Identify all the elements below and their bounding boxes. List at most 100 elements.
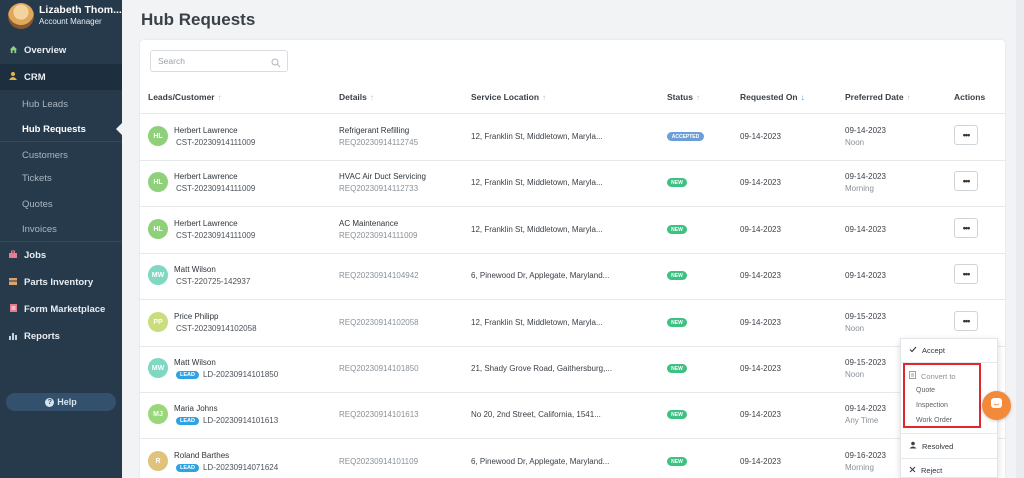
sort-up-icon: ↑	[369, 93, 374, 102]
col-label: Status	[667, 92, 693, 102]
request-ref: REQ20230914101613	[339, 410, 419, 419]
requested-on: 09-14-2023	[740, 457, 781, 466]
preferred-date: 09-14-2023	[845, 225, 886, 234]
nav-forms-label: Form Marketplace	[24, 303, 106, 315]
actions-button[interactable]: •••	[954, 125, 978, 145]
service-location: 12, Franklin St, Middletown, Maryla...	[471, 318, 603, 327]
service-location: 21, Shady Grove Road, Gaithersburg,...	[471, 364, 612, 373]
search-input[interactable]	[158, 51, 268, 71]
customer-avatar: HL	[148, 219, 168, 239]
request-ref: REQ20230914112745	[339, 138, 419, 147]
customer-name: Roland Barthes	[174, 451, 230, 460]
check-icon	[909, 346, 917, 355]
sidebar: Lizabeth Thom... Account Manager Overvie…	[0, 0, 122, 478]
close-icon	[909, 466, 916, 475]
customer-id-text: CST-20230914111009	[176, 231, 256, 240]
search-box[interactable]	[150, 50, 288, 72]
service-location: 6, Pinewood Dr, Applegate, Maryland...	[471, 457, 610, 466]
nav-parts-label: Parts Inventory	[24, 276, 94, 288]
nav-form-marketplace[interactable]: Form Marketplace	[0, 296, 122, 322]
lead-badge: LEAD	[176, 463, 199, 472]
col-requested-on[interactable]: Requested On ↓	[740, 92, 805, 102]
nav-customers[interactable]: Customers	[22, 150, 68, 161]
actions-button[interactable]: •••	[954, 311, 978, 331]
menu-reject[interactable]: Reject	[909, 466, 942, 475]
preferred-date: 09-14-2023	[845, 126, 886, 135]
nav-hub-requests[interactable]: Hub Requests	[22, 124, 86, 135]
lead-badge: LEAD	[176, 416, 199, 425]
menu-divider	[901, 458, 997, 459]
sort-up-icon: ↑	[217, 93, 222, 102]
chat-launcher[interactable]	[982, 391, 1011, 420]
sort-down-icon: ↓	[800, 93, 805, 102]
table-row[interactable]: HL Herbert Lawrence CST-20230914111009 HVAC…	[140, 160, 1005, 206]
table-row[interactable]: MW Matt Wilson LEAD LD-20230914101850 REQ202…	[140, 346, 1005, 392]
nav-hub-leads[interactable]: Hub Leads	[22, 99, 68, 110]
col-service-location[interactable]: Service Location ↑	[471, 92, 546, 102]
chat-icon	[990, 397, 1003, 415]
nav-reports[interactable]: Reports	[0, 323, 122, 349]
menu-reject-label: Reject	[921, 466, 943, 475]
preferred-date: 09-15-2023	[845, 312, 886, 321]
status-badge: NEW	[667, 225, 687, 234]
scrollbar[interactable]	[1016, 0, 1024, 478]
customer-id: LEAD LD-20230914101613	[176, 416, 278, 425]
nav-jobs-label: Jobs	[24, 249, 47, 261]
customer-id: CST-20230914111009	[176, 138, 255, 147]
home-icon	[2, 45, 24, 56]
status-badge: NEW	[667, 410, 687, 419]
nav-invoices[interactable]: Invoices	[22, 224, 57, 235]
table-row[interactable]: PP Price Philipp CST-20230914102058 REQ2023…	[140, 300, 1005, 346]
preferred-date: 09-15-2023	[845, 358, 886, 367]
col-leads-customer[interactable]: Leads/Customer ↑	[148, 92, 222, 102]
preferred-slot: Morning	[845, 463, 874, 472]
status-badge: NEW	[667, 271, 687, 280]
preferred-date: 09-14-2023	[845, 271, 886, 280]
nav-tickets[interactable]: Tickets	[22, 173, 52, 184]
nav-parts-inventory[interactable]: Parts Inventory	[0, 269, 122, 295]
help-label: Help	[57, 397, 77, 407]
request-detail: AC Maintenance	[339, 219, 399, 228]
menu-accept[interactable]: Accept	[909, 346, 945, 355]
crm-icon	[2, 71, 24, 83]
requested-on: 09-14-2023	[740, 364, 781, 373]
service-location: 12, Franklin St, Middletown, Maryla...	[471, 178, 603, 187]
table-row[interactable]: MW Matt Wilson CST-220725-142937 REQ2023091…	[140, 253, 1005, 299]
search-icon	[271, 55, 281, 68]
table-row[interactable]: MJ Maria Johns LEAD LD-20230914101613 REQ202…	[140, 392, 1005, 438]
status-badge: ACCEPTED	[667, 132, 704, 141]
table-row[interactable]: HL Herbert Lawrence CST-20230914111009 Refr…	[140, 114, 1005, 160]
col-details[interactable]: Details ↑	[339, 92, 374, 102]
actions-button[interactable]: •••	[954, 171, 978, 191]
user-profile[interactable]: Lizabeth Thom... Account Manager	[0, 0, 122, 36]
user-role: Account Manager	[39, 17, 102, 26]
request-ref: REQ20230914111009	[339, 231, 418, 240]
preferred-slot: Noon	[845, 324, 865, 333]
form-icon	[2, 303, 24, 315]
col-actions: Actions	[954, 92, 986, 102]
menu-resolved[interactable]: Resolved	[909, 441, 953, 451]
col-status[interactable]: Status ↑	[667, 92, 700, 102]
help-button[interactable]: ? Help	[6, 393, 116, 411]
request-detail: Refrigerant Refilling	[339, 126, 410, 135]
nav-crm[interactable]: CRM	[0, 64, 122, 90]
nav-reports-label: Reports	[24, 330, 60, 342]
nav-jobs[interactable]: Jobs	[0, 242, 122, 268]
nav-overview[interactable]: Overview	[0, 37, 122, 63]
nav-quotes[interactable]: Quotes	[22, 199, 53, 210]
request-ref: REQ20230914102058	[339, 318, 419, 327]
briefcase-icon	[2, 250, 24, 261]
col-label: Details	[339, 92, 367, 102]
col-label: Leads/Customer	[148, 92, 215, 102]
col-preferred-date[interactable]: Preferred Date ↑	[845, 92, 911, 102]
actions-button[interactable]: •••	[954, 264, 978, 284]
actions-button[interactable]: •••	[954, 218, 978, 238]
table-row[interactable]: HL Herbert Lawrence CST-20230914111009 AC M…	[140, 207, 1005, 253]
customer-avatar: MW	[148, 265, 168, 285]
customer-avatar: HL	[148, 172, 168, 192]
table-row[interactable]: R Roland Barthes LEAD LD-20230914071624 REQ2…	[140, 439, 1005, 478]
customer-id: CST-20230914111009	[176, 231, 255, 240]
customer-id: LEAD LD-20230914101850	[176, 370, 278, 379]
preferred-slot: Noon	[845, 370, 865, 379]
col-label: Requested On	[740, 92, 798, 102]
